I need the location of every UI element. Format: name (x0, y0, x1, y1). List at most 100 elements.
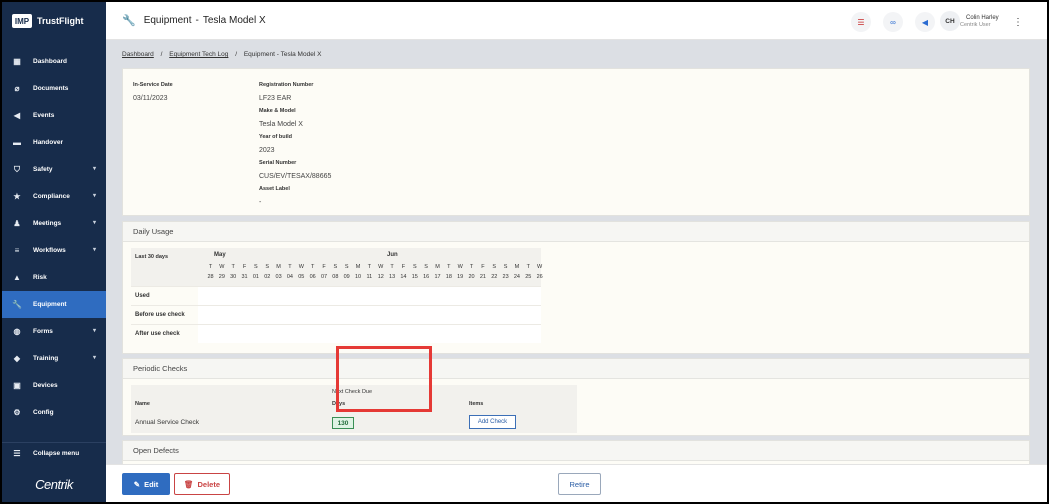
brand-name: TrustFlight (37, 16, 84, 26)
sidebar-nav: ▦ Dashboard ⌀ Documents ◀ Events ▬ Handover ⛉ Saf… (2, 48, 106, 426)
asset-value: - (259, 199, 262, 206)
brand[interactable]: IMP TrustFlight (2, 2, 106, 40)
page-title-text: Equipment (143, 15, 192, 26)
sidebar-item-label: Handover (33, 139, 63, 146)
edit-icon: ✎ (133, 479, 141, 489)
wrench-icon: 🔧 (12, 300, 22, 309)
month-jun: Jun (387, 252, 398, 258)
user-name: Colin Harley (966, 15, 999, 21)
shield-icon: ⛉ (14, 164, 20, 174)
weekday-cell: F (242, 264, 247, 270)
megaphone-icon[interactable]: ◀ (915, 12, 935, 32)
more-options-icon[interactable]: ⋮ (1011, 12, 1025, 32)
weekday-cell: T (310, 264, 315, 270)
footer-actions: ✎ Edit 🗑 Delete Retire (106, 464, 1047, 502)
serial-value: CUS/EV/TESAX/88665 (259, 173, 332, 180)
gears-icon: ⚙ (13, 408, 21, 417)
periodic-checks-card: Periodic Checks Next Check Due Name Days… (122, 358, 1030, 436)
registration-label: Registration Number (259, 82, 314, 88)
weekday-cell: T (208, 264, 213, 270)
usage-row-label: Used (135, 293, 150, 299)
date-cell: 19 (457, 274, 464, 280)
sidebar-item-label: Meetings (33, 220, 62, 227)
sidebar-item-label: Events (33, 112, 55, 119)
dashboard-icon: ▦ (13, 57, 21, 66)
chevron-down-icon: ▾ (92, 328, 96, 334)
add-check-button[interactable]: Add Check (469, 415, 516, 429)
sidebar-item-label: Compliance (33, 193, 70, 200)
sidebar-item-label: Equipment (33, 301, 67, 308)
weekday-cell: F (322, 264, 326, 270)
date-cell: 30 (230, 274, 237, 280)
sidebar-item-label: Safety (33, 166, 53, 173)
sidebar-item-label: Risk (33, 274, 47, 281)
usage-row: Used (131, 286, 541, 305)
date-cell: 11 (366, 274, 373, 280)
sidebar-item-label: Devices (33, 382, 58, 389)
date-cell: 10 (354, 274, 362, 280)
graduation-cap-icon: ◆ (13, 354, 21, 363)
sidebar-item-risk[interactable]: ▲ Risk (2, 264, 106, 291)
date-cell: 17 (434, 274, 441, 280)
collapse-menu-label: Collapse menu (33, 450, 80, 457)
usage-row-label: After use check (135, 331, 180, 337)
sidebar-item-workflows[interactable]: ≡ Workflows ▾ (2, 237, 106, 264)
weekday-cell: S (333, 264, 338, 270)
serial-label: Serial Number (259, 160, 297, 166)
usage-row-label: Before use check (135, 312, 185, 318)
date-cell: 25 (525, 274, 532, 280)
asset-label: Asset Label (259, 186, 290, 192)
year-value: 2023 (259, 147, 275, 154)
date-cell: 03 (275, 274, 282, 280)
sidebar-item-training[interactable]: ◆ Training ▾ (2, 345, 106, 372)
trash-icon: 🗑 (183, 479, 194, 489)
chevron-down-icon: ▾ (92, 220, 96, 226)
edit-button[interactable]: ✎ Edit (122, 473, 170, 495)
date-cell: 01 (252, 274, 259, 280)
breadcrumb: Dashboard / Equipment Tech Log / Equipme… (122, 51, 322, 58)
sidebar-item-equipment[interactable]: 🔧 Equipment (2, 291, 106, 318)
date-cell: 04 (286, 274, 293, 280)
sidebar-item-forms[interactable]: ◍ Forms ▾ (2, 318, 106, 345)
collapse-menu-button[interactable]: ☰ Collapse menu (2, 442, 106, 464)
weekday-cell: W (298, 264, 304, 270)
retire-button[interactable]: Retire (558, 473, 601, 495)
daily-usage-title: Daily Usage (123, 222, 1029, 242)
next-check-due-label: Next Check Due (332, 389, 373, 395)
wrench-icon: 🔧 (122, 15, 136, 27)
date-cell: 05 (298, 274, 305, 280)
sidebar-item-config[interactable]: ⚙ Config (2, 399, 106, 426)
delete-button[interactable]: 🗑 Delete (174, 473, 230, 495)
sidebar-item-devices[interactable]: ▣ Devices (2, 372, 106, 399)
open-defects-title: Open Defects (123, 441, 1029, 461)
link-icon[interactable]: ∞ (883, 12, 903, 32)
user-role: Centrik User (960, 22, 991, 28)
weekday-cell: S (265, 264, 270, 270)
people-icon: ♟ (13, 219, 21, 228)
sidebar-item-handover[interactable]: ▬ Handover (2, 129, 106, 156)
sidebar-item-dashboard[interactable]: ▦ Dashboard (2, 48, 106, 75)
breadcrumb-tech-log[interactable]: Equipment Tech Log (169, 51, 228, 58)
main-content: Dashboard / Equipment Tech Log / Equipme… (106, 40, 1047, 464)
sidebar-item-safety[interactable]: ⛉ Safety ▾ (2, 156, 106, 183)
period-label: Last 30 days (135, 254, 169, 260)
date-cell: 13 (389, 274, 396, 280)
document-stack-icon[interactable]: ☰ (851, 12, 871, 32)
sidebar-item-compliance[interactable]: ★ Compliance ▾ (2, 183, 106, 210)
breadcrumb-dashboard[interactable]: Dashboard (122, 51, 154, 58)
form-icon: ◍ (13, 327, 21, 336)
sidebar-item-meetings[interactable]: ♟ Meetings ▾ (2, 210, 106, 237)
in-service-label: In-Service Date (133, 82, 173, 88)
sidebar-item-documents[interactable]: ⌀ Documents (2, 75, 106, 102)
sidebar-item-label: Forms (33, 328, 53, 335)
weekday-cell: W (378, 264, 384, 270)
paperclip-icon: ⌀ (14, 84, 20, 93)
name-header: Name (135, 401, 150, 407)
breadcrumb-current: Equipment - Tesla Model X (243, 51, 322, 58)
weekday-cell: S (492, 264, 497, 270)
chevron-down-icon: ▾ (92, 355, 96, 361)
weekday-cell: W (457, 264, 463, 270)
weekday-cell: T (469, 264, 474, 270)
date-cell: 22 (491, 274, 498, 280)
sidebar-item-events[interactable]: ◀ Events (2, 102, 106, 129)
